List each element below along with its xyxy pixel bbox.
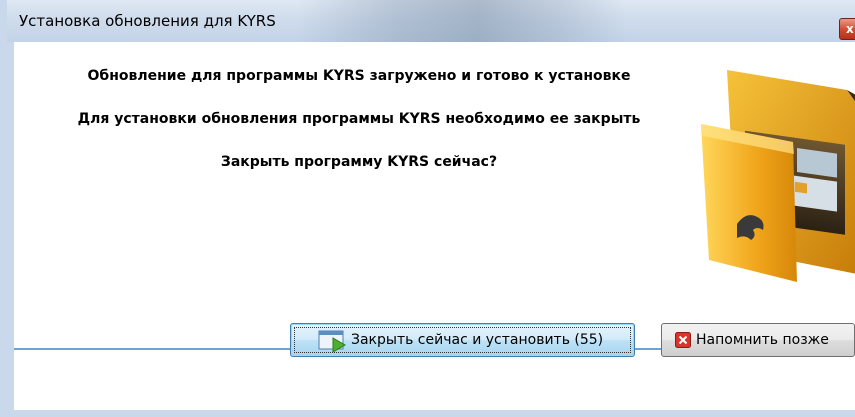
message-line-3: Закрыть программу KYRS сейчас? xyxy=(220,154,498,170)
dialog-window: Установка обновления для KYRS x Обновлен… xyxy=(0,0,855,417)
install-now-label: Закрыть сейчас и установить (55) xyxy=(351,332,604,348)
folder-icon xyxy=(701,70,855,282)
install-now-button[interactable]: Закрыть сейчас и установить (55) xyxy=(290,323,635,357)
close-button[interactable]: x xyxy=(839,18,855,40)
window-title: Установка обновления для KYRS xyxy=(19,12,276,30)
window-play-icon xyxy=(318,330,346,353)
red-x-icon xyxy=(675,332,691,348)
title-bar[interactable]: Установка обновления для KYRS x xyxy=(7,0,855,42)
window-bottom-border xyxy=(7,410,855,417)
remind-later-label: Напомнить позже xyxy=(696,332,829,348)
title-bar-glare xyxy=(297,0,627,42)
message-line-2: Для установки обновления программы KYRS … xyxy=(77,111,641,127)
remind-later-button[interactable]: Напомнить позже xyxy=(661,323,855,357)
message-line-1: Обновление для программы KYRS загружено … xyxy=(87,68,631,84)
close-icon: x xyxy=(846,22,854,36)
